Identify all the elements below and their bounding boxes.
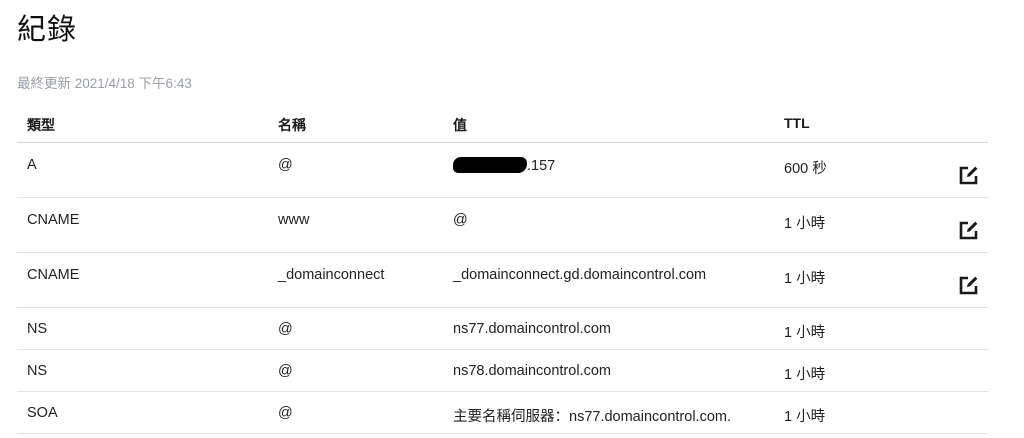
table-row: SOA @ 主要名稱伺服器：ns77.domaincontrol.com. 1 … (17, 392, 988, 434)
last-updated-timestamp: 最終更新 2021/4/18 下午6:43 (17, 76, 192, 91)
table-row: A @ .157 600 秒 (17, 143, 988, 198)
record-name: @ (278, 321, 293, 337)
record-type: A (27, 157, 37, 173)
record-value: _domainconnect.gd.domaincontrol.com (453, 267, 707, 283)
record-value: ns77.domaincontrol.com (453, 321, 611, 337)
record-type: CNAME (27, 267, 80, 283)
record-type: NS (27, 321, 48, 337)
edit-record-button[interactable] (956, 272, 982, 298)
table-row: CNAME www @ 1 小時 (17, 198, 988, 253)
edit-record-button[interactable] (956, 162, 982, 188)
page-title: 紀錄 (17, 12, 78, 46)
record-name: @ (278, 157, 293, 173)
edit-icon (959, 166, 978, 185)
edit-icon (959, 221, 978, 240)
record-type: SOA (27, 405, 58, 421)
column-header-value: 值 (453, 117, 467, 133)
record-value: ns78.domaincontrol.com (453, 363, 611, 379)
record-value: .157 (453, 157, 555, 174)
record-name: @ (278, 363, 293, 379)
record-ttl: 1 小時 (784, 271, 826, 287)
table-header-row: 類型 名稱 值 TTL (17, 101, 988, 143)
record-name: www (278, 212, 310, 228)
record-ttl: 1 小時 (784, 216, 826, 232)
record-value: 主要名稱伺服器：ns77.domaincontrol.com. (453, 409, 731, 425)
record-ttl: 1 小時 (784, 367, 826, 383)
record-value-text: .157 (527, 158, 556, 174)
record-type: CNAME (27, 212, 80, 228)
record-ttl: 600 秒 (784, 161, 827, 177)
edit-record-button[interactable] (956, 217, 982, 243)
table-row: CNAME _domainconnect _domainconnect.gd.d… (17, 253, 988, 308)
edit-icon (959, 276, 978, 295)
dns-records-table: 類型 名稱 值 TTL A @ .157 600 秒 CNAME www @ 1… (17, 101, 988, 434)
record-type: NS (27, 363, 48, 379)
column-header-name: 名稱 (278, 117, 306, 133)
column-header-ttl: TTL (784, 115, 810, 131)
column-header-type: 類型 (27, 117, 55, 133)
table-row: NS @ ns77.domaincontrol.com 1 小時 (17, 308, 988, 350)
record-name: @ (278, 405, 293, 421)
redaction-mark (453, 157, 527, 173)
record-value: @ (453, 212, 468, 228)
record-ttl: 1 小時 (784, 409, 826, 425)
record-ttl: 1 小時 (784, 325, 826, 341)
table-row: NS @ ns78.domaincontrol.com 1 小時 (17, 350, 988, 392)
record-name: _domainconnect (278, 267, 385, 283)
